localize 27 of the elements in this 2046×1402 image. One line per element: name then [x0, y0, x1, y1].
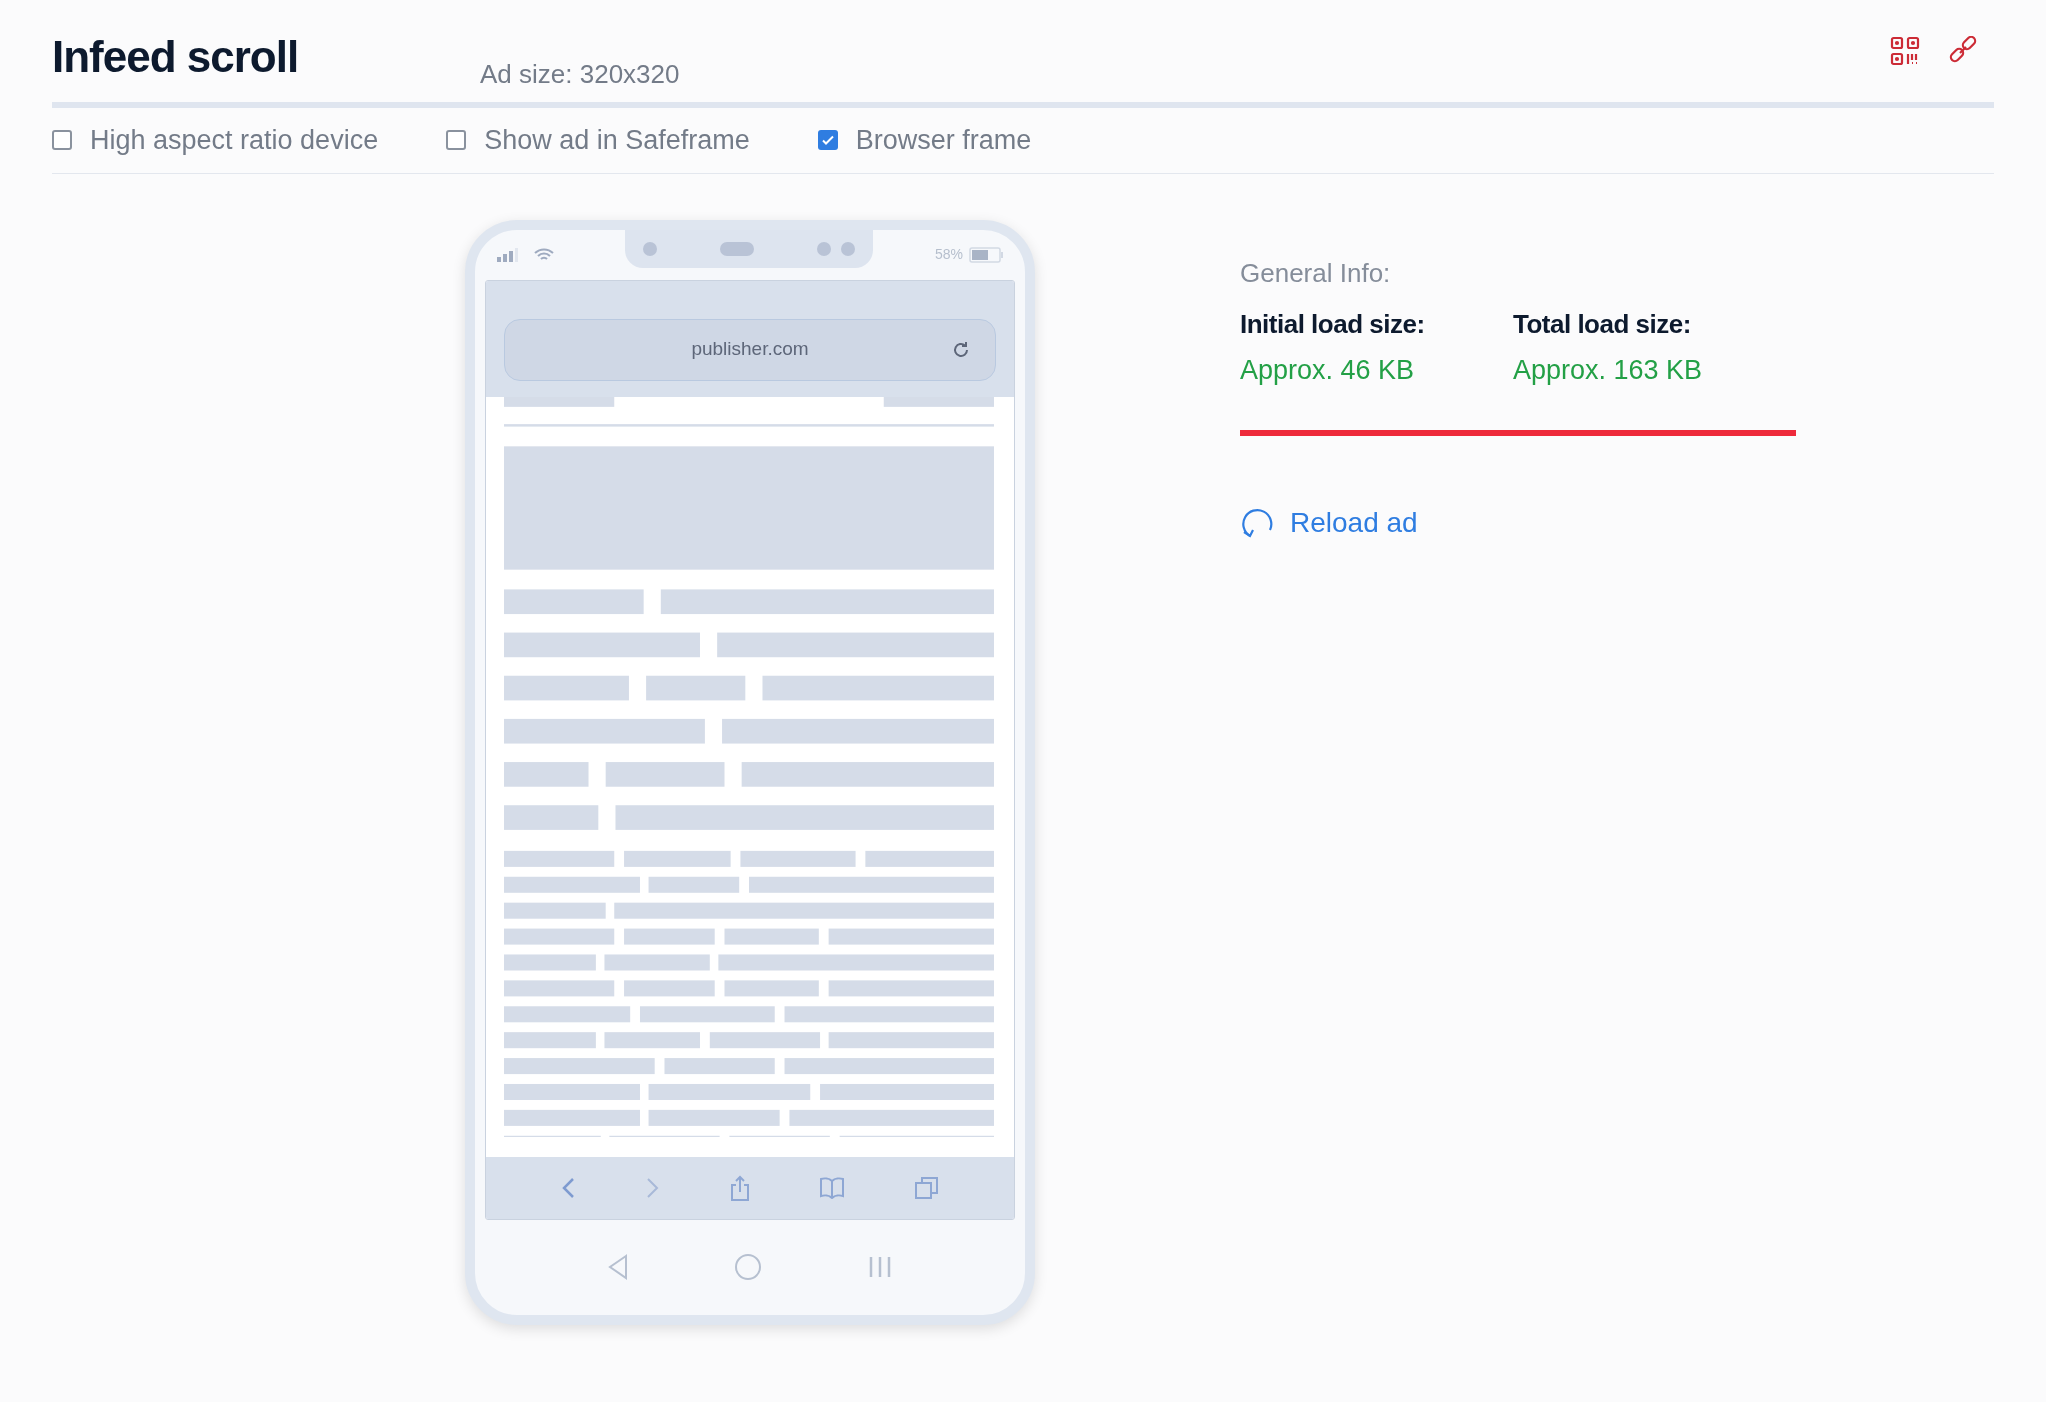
book-icon[interactable]	[820, 1176, 845, 1199]
stat-value: Approx. 163 KB	[1513, 353, 1704, 387]
share-icon[interactable]	[729, 1174, 750, 1201]
home-circle-icon[interactable]	[734, 1253, 762, 1281]
address-bar[interactable]: publisher.com	[504, 318, 996, 381]
reload-ad-link[interactable]: Reload ad	[1240, 502, 1796, 544]
tabs-icon[interactable]	[914, 1175, 939, 1200]
checkbox[interactable]	[446, 130, 467, 151]
section-heading: General Info:	[1240, 256, 1392, 290]
refresh-icon[interactable]	[951, 339, 971, 360]
checkbox[interactable]	[817, 130, 838, 151]
battery-icon	[969, 246, 1003, 263]
stat-label: Total load size:	[1513, 307, 1692, 341]
ad-size-text: Ad size: 320x320	[480, 58, 680, 91]
recent-apps-icon[interactable]	[868, 1255, 892, 1279]
battery-percentage: 58%	[934, 245, 963, 264]
qr-code-icon[interactable]	[1890, 36, 1920, 66]
checkbox-label: Browser frame	[855, 124, 1032, 157]
stat-label: Initial load size:	[1240, 307, 1426, 341]
checkbox-label: Show ad in Safeframe	[484, 124, 750, 157]
page-title: Infeed scroll	[52, 31, 300, 83]
stat-value: Approx. 46 KB	[1240, 353, 1416, 387]
reload-icon	[1240, 506, 1274, 540]
back-triangle-icon[interactable]	[608, 1254, 628, 1280]
checkbox[interactable]	[52, 130, 72, 151]
signal-icon	[497, 247, 519, 262]
checkbox-label: High aspect ratio device	[90, 124, 379, 157]
